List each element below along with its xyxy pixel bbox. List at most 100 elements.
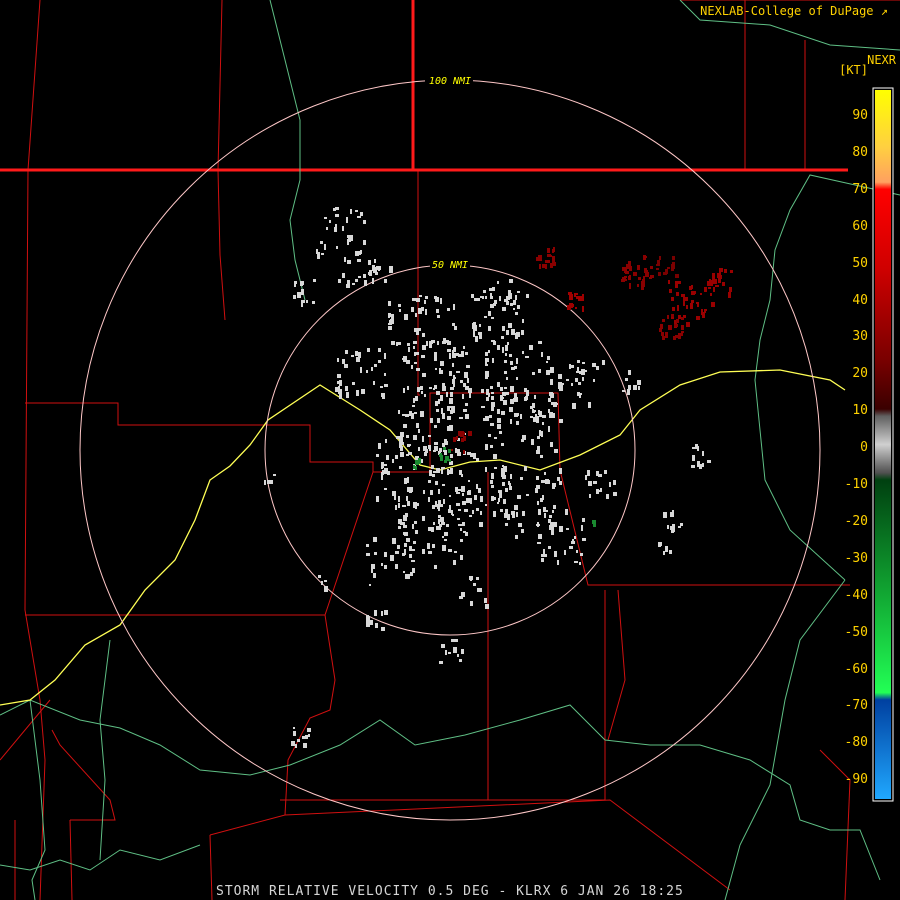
echo-pixel: [670, 526, 672, 530]
echo-pixel: [490, 293, 492, 296]
echo-pixel: [384, 488, 387, 490]
echo-pixel: [545, 264, 547, 269]
echo-pixel: [677, 305, 679, 311]
echo-pixel: [439, 448, 442, 452]
echo-pixel: [367, 348, 370, 352]
echo-pixel: [458, 509, 461, 511]
echo-pixel: [669, 289, 672, 293]
echo-pixel: [538, 534, 542, 539]
echo-pixel: [457, 654, 459, 657]
echo-pixel: [446, 392, 448, 397]
echo-pixel: [538, 369, 541, 373]
echo-pixel: [468, 480, 470, 482]
echo-pixel: [529, 345, 533, 350]
echo-pixel: [668, 280, 670, 284]
echo-pixel: [334, 227, 337, 232]
echo-pixel: [671, 314, 674, 317]
external-link-icon[interactable]: ↗: [881, 4, 888, 18]
echo-pixel: [440, 361, 444, 366]
echo-pixel: [505, 523, 508, 526]
echo-pixel: [366, 544, 369, 547]
echo-pixel: [502, 465, 504, 467]
echo-pixel: [566, 379, 569, 381]
echo-pixel: [400, 522, 403, 525]
echo-pixel: [347, 260, 351, 264]
echo-pixel: [462, 522, 465, 526]
legend-tick-label: -40: [844, 587, 868, 603]
echo-pixel: [485, 375, 488, 379]
echo-pixel: [622, 277, 626, 279]
echo-pixel: [387, 471, 390, 475]
echo-pixel: [449, 371, 452, 376]
echo-pixel: [449, 398, 453, 404]
echo-pixel: [474, 298, 477, 301]
echo-pixel: [541, 352, 543, 357]
echo-pixel: [536, 419, 539, 423]
echo-pixel: [452, 350, 454, 354]
echo-pixel: [510, 474, 512, 479]
echo-pixel: [460, 539, 463, 542]
echo-pixel: [469, 393, 471, 398]
echo-pixel: [585, 475, 587, 480]
echo-pixel: [710, 293, 712, 296]
echo-pixel: [447, 416, 451, 420]
echo-pixel: [366, 616, 370, 621]
echo-pixel: [453, 384, 455, 387]
echo-pixel: [381, 472, 384, 475]
echo-pixel: [678, 315, 681, 319]
echo-pixel: [338, 279, 341, 283]
echo-pixel: [493, 454, 497, 459]
echo-pixel: [454, 639, 458, 642]
echo-pixel: [417, 503, 419, 506]
echo-pixel: [663, 551, 665, 555]
echo-pixel: [467, 452, 471, 455]
echo-pixel: [415, 530, 418, 534]
echo-pixel: [438, 502, 441, 506]
echo-pixel: [504, 299, 508, 302]
echo-pixel: [644, 270, 648, 273]
echo-pixel: [526, 494, 529, 496]
echo-pixel: [470, 601, 473, 606]
echo-pixel: [479, 324, 481, 327]
echo-pixel: [373, 381, 375, 385]
echo-pixel: [692, 447, 695, 449]
echo-pixel: [516, 377, 518, 380]
echo-pixel: [728, 292, 731, 298]
echo-pixel: [395, 505, 397, 510]
echo-pixel: [318, 575, 321, 578]
echo-pixel: [452, 323, 455, 326]
echo-pixel: [416, 298, 420, 302]
echo-pixel: [650, 266, 653, 269]
echo-pixel: [676, 292, 679, 296]
echo-pixel: [550, 442, 553, 447]
echo-pixel: [440, 395, 443, 401]
echo-pixel: [541, 555, 543, 557]
echo-pixel: [437, 341, 439, 345]
echo-pixel: [492, 287, 495, 291]
echo-pixel: [350, 209, 352, 214]
echo-pixel: [579, 371, 582, 374]
echo-pixel: [498, 490, 502, 493]
echo-pixel: [303, 743, 307, 748]
echo-pixel: [428, 527, 431, 531]
echo-pixel: [407, 386, 409, 390]
echo-pixel: [416, 368, 420, 371]
echo-pixel: [346, 284, 350, 288]
echo-pixel: [418, 429, 420, 433]
echo-pixel: [574, 561, 578, 563]
legend-tick-label: -10: [844, 477, 868, 492]
echo-pixel: [629, 266, 632, 271]
echo-pixel: [406, 496, 408, 501]
ring-label-50: 50 NMI: [432, 260, 468, 271]
echo-pixel: [665, 269, 668, 274]
echo-pixel: [593, 522, 596, 527]
echo-pixel: [407, 501, 410, 506]
echo-pixel: [490, 423, 494, 426]
echo-pixel: [291, 741, 295, 746]
echo-pixel: [459, 417, 463, 419]
legend-tick-label: -50: [844, 624, 868, 640]
echo-pixel: [485, 296, 487, 299]
echo-pixel: [478, 488, 481, 493]
echo-pixel: [493, 303, 496, 306]
echo-pixel: [577, 360, 580, 363]
